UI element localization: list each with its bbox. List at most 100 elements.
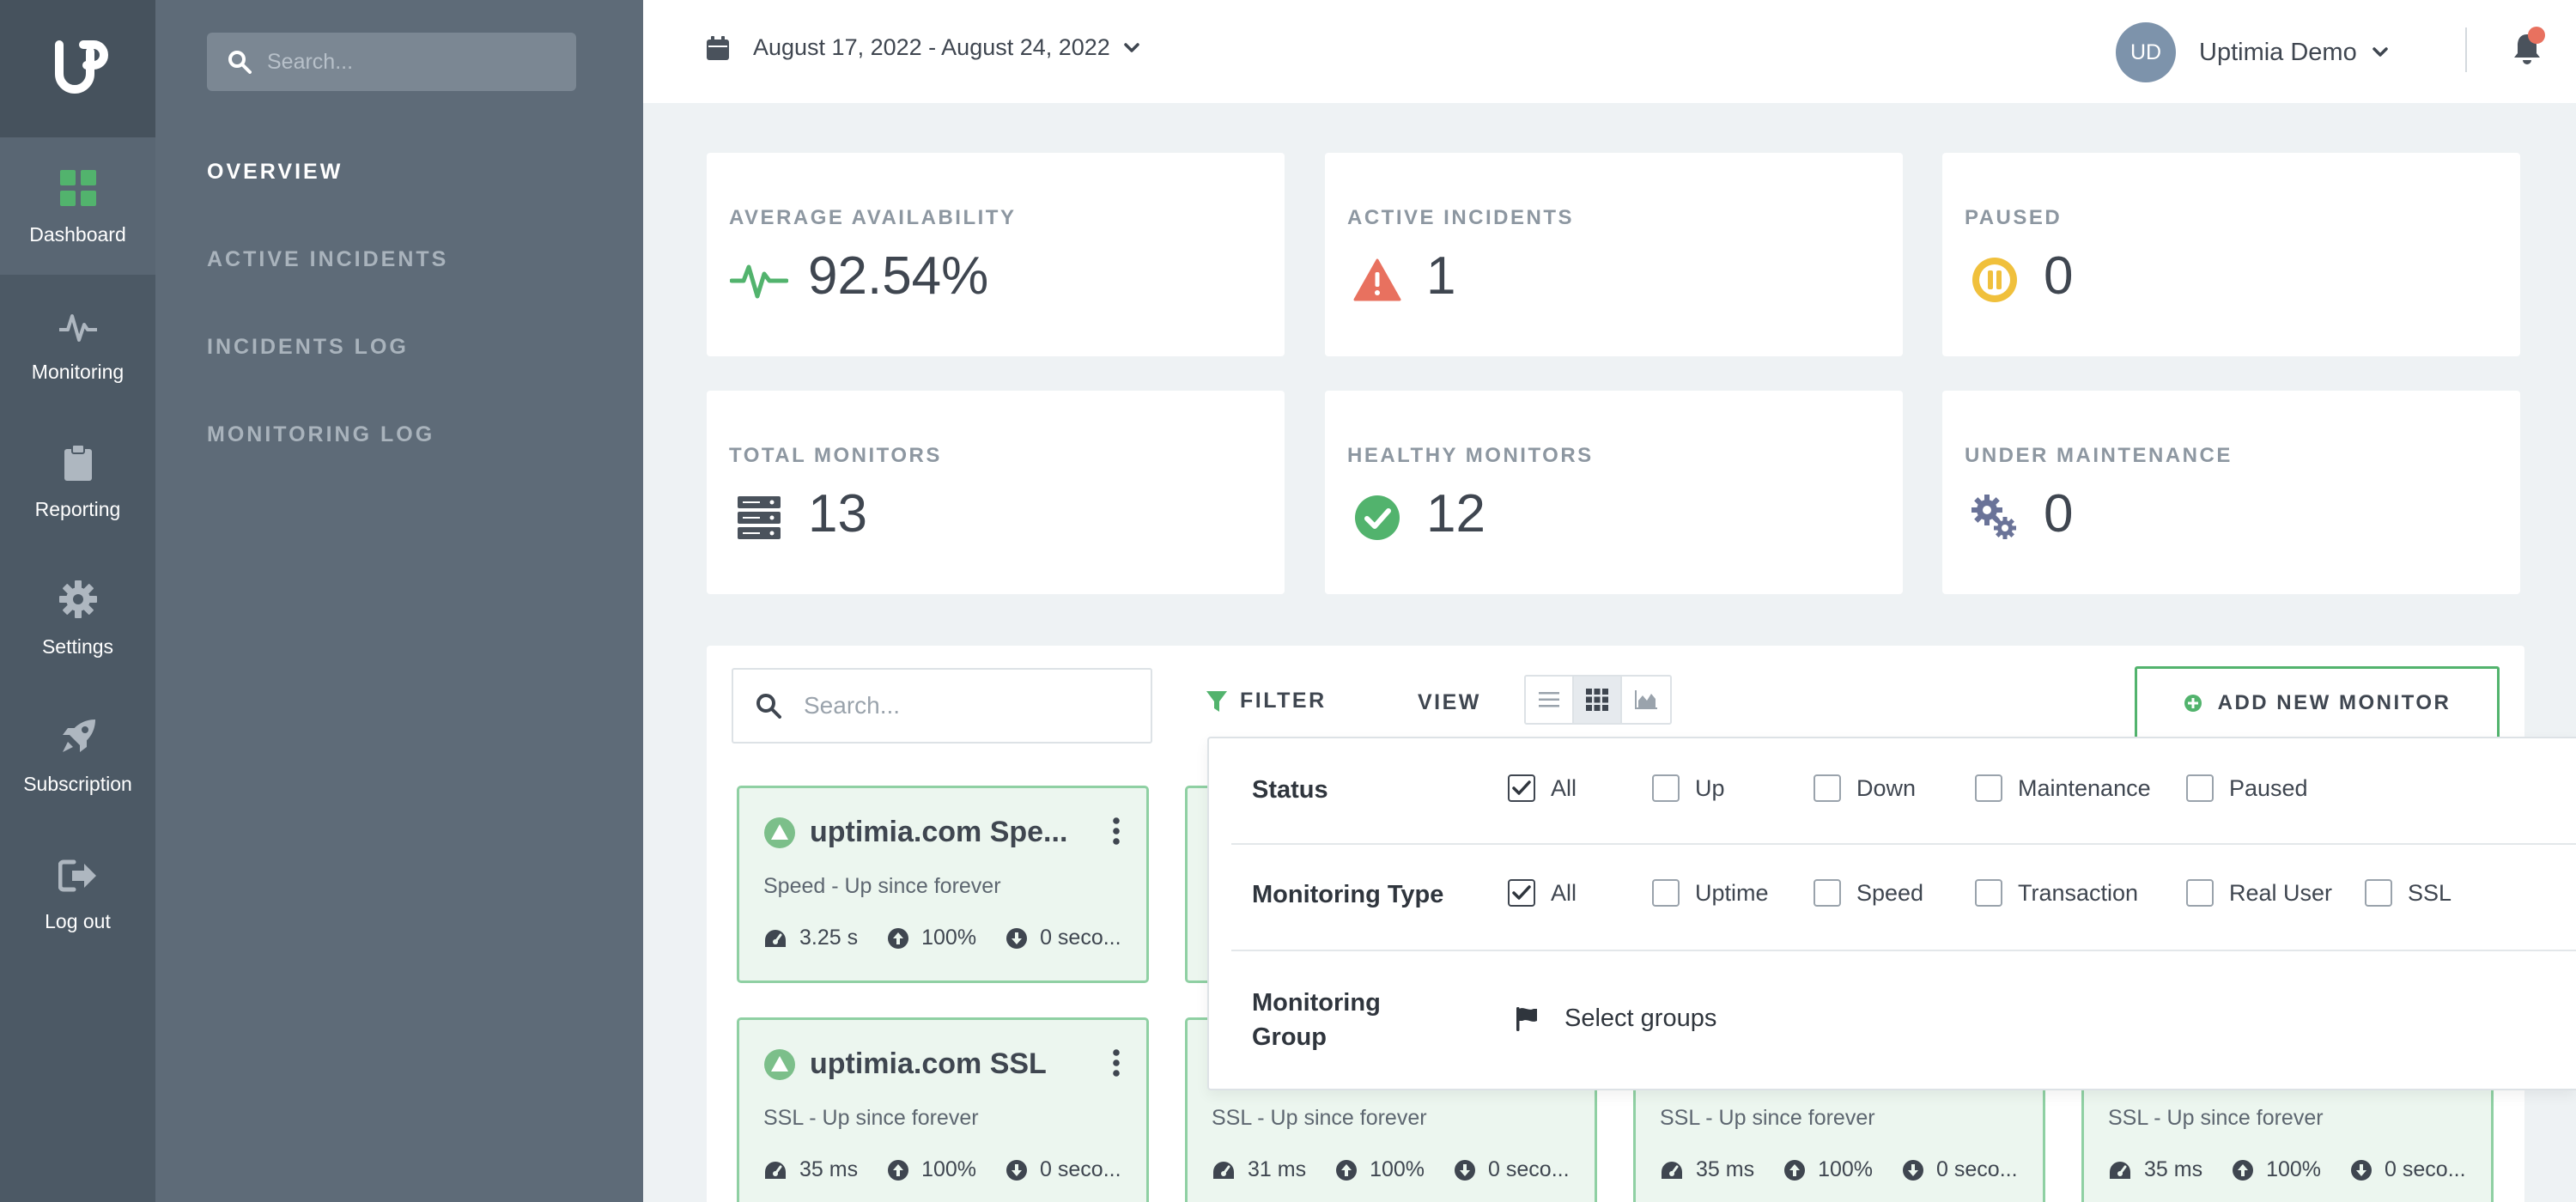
- response-time: 35 ms: [2144, 1157, 2203, 1181]
- filter-row-monitoring-type: Monitoring Type All Uptime Speed Transac…: [1231, 845, 2576, 951]
- checkbox-unchecked: [1652, 879, 1680, 907]
- monitor-status: SSL - Up since forever: [763, 1106, 979, 1130]
- date-range-picker[interactable]: August 17, 2022 - August 24, 2022: [707, 34, 1139, 61]
- sidebar-search-placeholder: Search...: [267, 49, 354, 74]
- arrow-up-circle-icon: [888, 927, 909, 949]
- type-all-checkbox[interactable]: All: [1508, 879, 1577, 907]
- monitor-card[interactable]: uptimia.com SSL SSL - Up since forever 3…: [737, 1017, 1149, 1202]
- status-up-checkbox[interactable]: Up: [1652, 774, 1725, 802]
- chart-view-button[interactable]: [1622, 677, 1670, 723]
- subnav-overview[interactable]: OVERVIEW: [207, 160, 343, 185]
- arrow-down-circle-icon: [1455, 1159, 1476, 1181]
- rail-label-reporting: Reporting: [34, 497, 121, 520]
- response-time: 35 ms: [799, 1157, 859, 1181]
- downtime: 0 seco...: [1488, 1157, 1570, 1181]
- status-paused-checkbox[interactable]: Paused: [2186, 774, 2308, 802]
- select-groups-button[interactable]: Select groups: [1516, 1005, 1716, 1033]
- checkbox-label: All: [1551, 774, 1577, 801]
- stat-label: UNDER MAINTENANCE: [1965, 444, 2233, 467]
- check-circle-icon: [1355, 495, 1400, 540]
- type-real-user-checkbox[interactable]: Real User: [2186, 879, 2332, 907]
- response-time: 3.25 s: [799, 926, 859, 950]
- checkbox-unchecked: [2365, 879, 2392, 907]
- filter-group-label-line1: Monitoring: [1252, 989, 1381, 1017]
- stat-card-paused[interactable]: PAUSED 0: [1942, 153, 2520, 356]
- rail-item-logout[interactable]: Log out: [0, 824, 155, 962]
- monitor-status: Speed - Up since forever: [763, 874, 1001, 898]
- rail-item-settings[interactable]: Settings: [0, 549, 155, 687]
- top-bar: August 17, 2022 - August 24, 2022 UD Upt…: [643, 0, 2576, 103]
- monitor-card[interactable]: uptimia.com Spe... Speed - Up since fore…: [737, 786, 1149, 983]
- subnav-incidents-log[interactable]: INCIDENTS LOG: [207, 335, 409, 360]
- stat-value: 0: [2044, 246, 2074, 306]
- uptime-percent: 100%: [921, 1157, 977, 1181]
- arrow-down-circle-icon: [1903, 1159, 1924, 1181]
- rocket-icon: [62, 719, 95, 752]
- checkbox-label: Transaction: [2018, 879, 2139, 906]
- type-transaction-checkbox[interactable]: Transaction: [1975, 879, 2138, 907]
- subnav-active-incidents[interactable]: ACTIVE INCIDENTS: [207, 247, 448, 272]
- uptime-percent: 100%: [921, 926, 977, 950]
- more-options-icon[interactable]: [1112, 1049, 1121, 1077]
- type-speed-checkbox[interactable]: Speed: [1814, 879, 1923, 907]
- arrow-up-circle-icon: [1784, 1159, 1806, 1181]
- filter-button[interactable]: FILTER: [1206, 689, 1327, 713]
- status-maintenance-checkbox[interactable]: Maintenance: [1975, 774, 2151, 802]
- dashboard-grid-icon: [59, 169, 96, 206]
- sub-navigation: Search... OVERVIEW ACTIVE INCIDENTS INCI…: [155, 0, 643, 1202]
- arrow-down-circle-icon: [2351, 1159, 2372, 1181]
- monitor-search-input[interactable]: Search...: [732, 668, 1152, 744]
- view-toggle-group: [1524, 675, 1672, 725]
- filter-row-status: Status All Up Down Maintenance Paused: [1231, 738, 2576, 845]
- subnav-monitoring-log[interactable]: MONITORING LOG: [207, 422, 434, 447]
- checkbox-label: Up: [1695, 774, 1725, 801]
- logo[interactable]: [0, 0, 155, 137]
- arrow-down-circle-icon: [1006, 1159, 1028, 1181]
- status-down-checkbox[interactable]: Down: [1814, 774, 1916, 802]
- type-ssl-checkbox[interactable]: SSL: [2365, 879, 2451, 907]
- grid-view-button[interactable]: [1574, 677, 1622, 723]
- speedometer-icon: [1662, 1161, 1682, 1179]
- heartbeat-icon: [730, 264, 788, 299]
- checkbox-label: Maintenance: [2018, 774, 2151, 801]
- rail-label-monitoring: Monitoring: [31, 360, 125, 383]
- uptimia-logo-icon: [54, 40, 108, 94]
- stat-card-total-monitors[interactable]: TOTAL MONITORS 13: [707, 391, 1285, 594]
- rail-label-logout: Log out: [45, 909, 111, 932]
- monitor-status: SSL - Up since forever: [1212, 1106, 1427, 1130]
- date-range-text: August 17, 2022 - August 24, 2022: [753, 34, 1110, 60]
- downtime: 0 seco...: [1040, 1157, 1121, 1181]
- status-all-checkbox[interactable]: All: [1508, 774, 1577, 802]
- rail-item-dashboard[interactable]: Dashboard: [0, 137, 155, 275]
- rail-item-monitoring[interactable]: Monitoring: [0, 275, 155, 412]
- status-up-icon: [764, 817, 795, 848]
- flag-icon: [1516, 1006, 1537, 1031]
- notification-dot: [2528, 27, 2545, 44]
- filter-row-monitoring-group: Monitoring Group Select groups: [1231, 951, 2576, 1092]
- rail-item-reporting[interactable]: Reporting: [0, 412, 155, 549]
- search-icon: [756, 694, 781, 719]
- add-new-monitor-label: ADD NEW MONITOR: [2217, 691, 2451, 714]
- filter-label: FILTER: [1240, 689, 1327, 713]
- filter-group-label: Monitoring Group: [1252, 986, 1381, 1054]
- rail-item-subscription[interactable]: Subscription: [0, 687, 155, 824]
- list-view-button[interactable]: [1526, 677, 1574, 723]
- stat-label: AVERAGE AVAILABILITY: [729, 206, 1017, 229]
- rail-label-settings: Settings: [41, 634, 114, 658]
- header-divider: [2465, 27, 2467, 72]
- add-new-monitor-button[interactable]: ADD NEW MONITOR: [2135, 666, 2500, 740]
- checkbox-checked: [1508, 774, 1535, 802]
- server-icon: [738, 496, 781, 539]
- user-menu[interactable]: UD Uptimia Demo: [2116, 22, 2388, 82]
- speedometer-icon: [765, 1161, 786, 1179]
- more-options-icon[interactable]: [1112, 817, 1121, 845]
- stat-label: HEALTHY MONITORS: [1347, 444, 1594, 467]
- stat-card-active-incidents[interactable]: ACTIVE INCIDENTS 1: [1325, 153, 1903, 356]
- search-icon: [228, 51, 252, 74]
- stat-card-healthy-monitors[interactable]: HEALTHY MONITORS 12: [1325, 391, 1903, 594]
- sidebar-search-input[interactable]: Search...: [207, 33, 576, 91]
- type-uptime-checkbox[interactable]: Uptime: [1652, 879, 1769, 907]
- calendar-icon: [707, 35, 729, 60]
- filter-type-label: Monitoring Type: [1252, 881, 1444, 908]
- stat-card-under-maintenance[interactable]: UNDER MAINTENANCE 0: [1942, 391, 2520, 594]
